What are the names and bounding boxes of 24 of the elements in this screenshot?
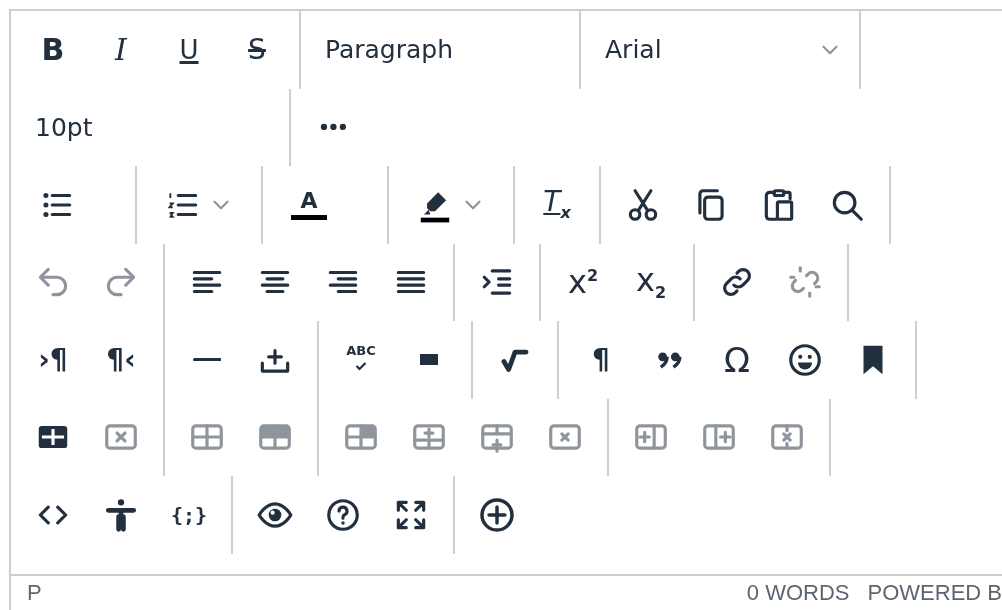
code-sample-button[interactable]: {;}	[159, 484, 219, 545]
subscript-button[interactable]: x$_{2}$	[621, 252, 681, 313]
strikethrough-button[interactable]: S	[227, 19, 287, 80]
special-character-button[interactable]: Ω	[707, 329, 767, 390]
clear-formatting-button[interactable]: T$_{x}$	[527, 174, 587, 235]
word-count: 0 WORDS	[746, 580, 850, 606]
spellcheck-button[interactable]: ABC	[331, 329, 391, 390]
branding-link[interactable]: POWERED B	[867, 580, 1002, 606]
bold-button[interactable]: B	[23, 19, 83, 80]
element-path[interactable]: P	[27, 580, 747, 606]
add-circle-icon	[478, 495, 516, 534]
font-family-select[interactable]: Arial	[589, 19, 851, 80]
font-size-select[interactable]: 10pt	[19, 97, 281, 158]
italic-button[interactable]: I	[91, 19, 151, 80]
text-color-button[interactable]: A	[275, 174, 375, 235]
underline-button[interactable]: U	[159, 19, 219, 80]
horizontal-line-icon	[192, 358, 222, 362]
superscript-button[interactable]: x$^{2}$	[553, 252, 613, 313]
block-format-select[interactable]: Paragraph	[309, 19, 571, 80]
paragraph-mark-button[interactable]: ¶	[571, 329, 631, 390]
right-to-left-button[interactable]: ¶‹	[91, 329, 151, 390]
rectangle-icon	[419, 354, 439, 366]
more-icon	[319, 123, 347, 132]
left-to-right-button[interactable]: ›¶	[23, 329, 83, 390]
